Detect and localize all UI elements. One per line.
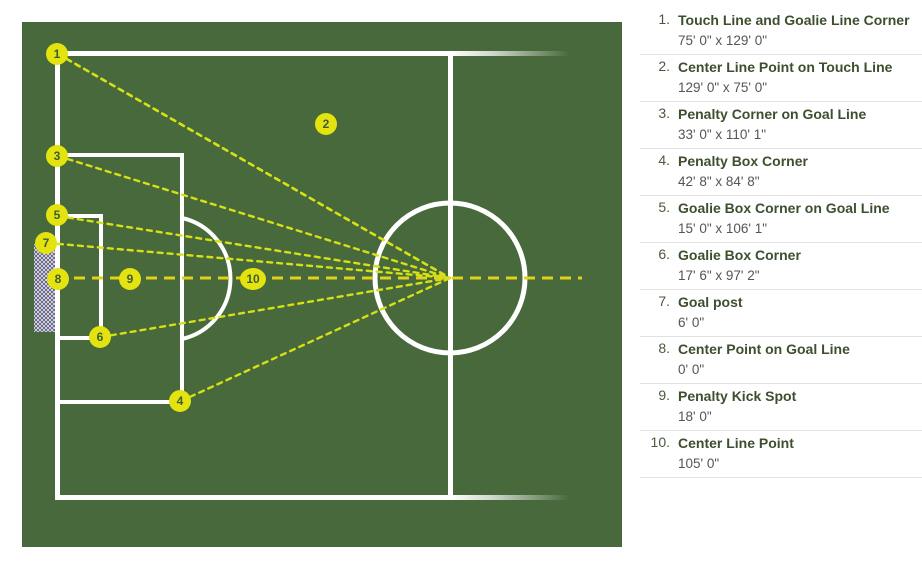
measurement-legend-list: 1. Touch Line and Goalie Line Corner 75'… xyxy=(640,0,922,563)
legend-value: 42' 8" x 84' 8" xyxy=(678,174,760,189)
legend-number: 8. xyxy=(658,340,670,356)
legend-number: 9. xyxy=(658,387,670,403)
marker-7[interactable]: 7 xyxy=(35,232,57,254)
legend-value: 33' 0" x 110' 1" xyxy=(678,127,767,142)
legend-number: 3. xyxy=(658,105,670,121)
legend-title: Center Point on Goal Line xyxy=(678,341,850,357)
marker-6[interactable]: 6 xyxy=(89,326,111,348)
touch-line-bottom xyxy=(56,495,450,500)
legend-value: 17' 6" x 97' 2" xyxy=(678,268,760,283)
legend-number: 5. xyxy=(658,199,670,215)
legend-value: 15' 0" x 106' 1" xyxy=(678,221,768,236)
legend-title: Center Line Point on Touch Line xyxy=(678,59,893,75)
legend-number: 10. xyxy=(650,434,670,450)
legend-item-10[interactable]: 10. Center Line Point 105' 0" xyxy=(640,431,922,478)
legend-number: 2. xyxy=(658,58,670,74)
marker-4[interactable]: 4 xyxy=(169,390,191,412)
marker-10[interactable]: 10 xyxy=(240,268,266,290)
legend-item-8[interactable]: 8. Center Point on Goal Line 0' 0" xyxy=(640,337,922,384)
legend-item-6[interactable]: 6. Goalie Box Corner 17' 6" x 97' 2" xyxy=(640,243,922,290)
legend-value: 75' 0" x 129' 0" xyxy=(678,33,768,48)
center-line xyxy=(448,51,453,500)
legend-item-9[interactable]: 9. Penalty Kick Spot 18' 0" xyxy=(640,384,922,431)
legend-number: 4. xyxy=(658,152,670,168)
field-measurement-app: 1 2 3 4 5 6 7 8 9 10 1. Touch Line and G… xyxy=(0,0,922,563)
marker-2[interactable]: 2 xyxy=(315,113,337,135)
measure-line-6 xyxy=(99,276,452,339)
touch-line-bottom-fade xyxy=(450,495,570,500)
legend-item-1[interactable]: 1. Touch Line and Goalie Line Corner 75'… xyxy=(640,8,922,55)
legend-title: Penalty Kick Spot xyxy=(678,388,797,404)
marker-5[interactable]: 5 xyxy=(46,204,68,226)
legend-title: Goalie Box Corner on Goal Line xyxy=(678,200,890,216)
legend-item-5[interactable]: 5. Goalie Box Corner on Goal Line 15' 0"… xyxy=(640,196,922,243)
legend-title: Goalie Box Corner xyxy=(678,247,801,263)
legend-title: Center Line Point xyxy=(678,435,794,451)
measurement-lines xyxy=(46,52,452,403)
legend-value: 0' 0" xyxy=(678,362,705,377)
field-panel: 1 2 3 4 5 6 7 8 9 10 xyxy=(0,0,640,563)
legend-title: Touch Line and Goalie Line Corner xyxy=(678,12,910,28)
legend-title: Penalty Corner on Goal Line xyxy=(678,106,867,122)
legend-title: Penalty Box Corner xyxy=(678,153,808,169)
marker-9[interactable]: 9 xyxy=(119,268,141,290)
field-graphics xyxy=(34,51,582,500)
legend-number: 1. xyxy=(658,11,670,27)
legend-value: 6' 0" xyxy=(678,315,705,330)
touch-line-top-fade xyxy=(450,51,570,56)
marker-8[interactable]: 8 xyxy=(47,268,69,290)
legend-value: 129' 0" x 75' 0" xyxy=(678,80,768,95)
legend-item-2[interactable]: 2. Center Line Point on Touch Line 129' … xyxy=(640,55,922,102)
legend-item-4[interactable]: 4. Penalty Box Corner 42' 8" x 84' 8" xyxy=(640,149,922,196)
legend-number: 6. xyxy=(658,246,670,262)
marker-1[interactable]: 1 xyxy=(46,43,68,65)
legend-item-7[interactable]: 7. Goal post 6' 0" xyxy=(640,290,922,337)
legend-item-3[interactable]: 3. Penalty Corner on Goal Line 33' 0" x … xyxy=(640,102,922,149)
touch-line-top xyxy=(56,51,450,56)
legend-number: 7. xyxy=(658,293,670,309)
legend-title: Goal post xyxy=(678,294,743,310)
marker-3[interactable]: 3 xyxy=(46,145,68,167)
legend-value: 18' 0" xyxy=(678,409,712,424)
soccer-field[interactable]: 1 2 3 4 5 6 7 8 9 10 xyxy=(22,22,622,547)
measure-line-3 xyxy=(56,154,452,280)
legend-value: 105' 0" xyxy=(678,456,720,471)
